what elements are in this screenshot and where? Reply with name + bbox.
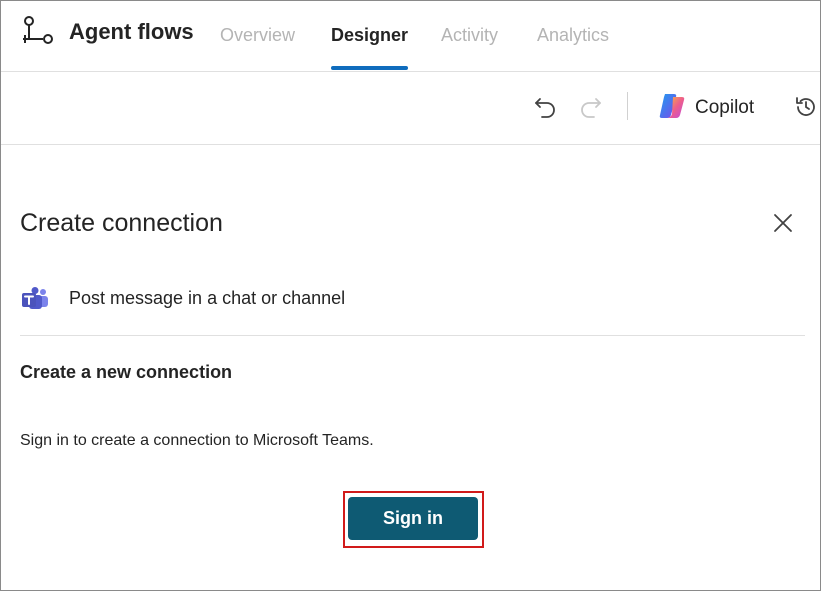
active-tab-indicator — [331, 66, 408, 70]
copilot-label: Copilot — [695, 97, 755, 118]
close-icon[interactable] — [770, 210, 796, 236]
app-title: Agent flows — [69, 19, 194, 44]
action-name: Post message in a chat or channel — [69, 288, 346, 308]
undo-icon[interactable] — [533, 94, 559, 120]
top-header: Agent flows Overview Designer Activity A… — [1, 1, 820, 72]
designer-toolbar: Copilot — [1, 72, 820, 145]
copilot-icon — [659, 94, 685, 118]
sign-in-instruction: Sign in to create a connection to Micros… — [20, 432, 374, 449]
section-divider — [20, 335, 805, 336]
tab-designer[interactable]: Designer — [331, 25, 408, 46]
redo-icon[interactable] — [577, 94, 603, 120]
tab-analytics[interactable]: Analytics — [537, 25, 609, 46]
copilot-button[interactable]: Copilot — [657, 91, 767, 123]
section-title: Create a new connection — [20, 362, 233, 382]
toolbar-separator — [627, 92, 628, 120]
history-icon[interactable] — [793, 94, 819, 120]
panel-title: Create connection — [20, 209, 223, 237]
tab-overview[interactable]: Overview — [220, 25, 295, 46]
app-window: Agent flows Overview Designer Activity A… — [0, 0, 821, 591]
sign-in-button[interactable]: Sign in — [348, 497, 478, 540]
agent-flows-icon — [23, 16, 53, 44]
microsoft-teams-icon — [22, 287, 48, 309]
tab-activity[interactable]: Activity — [441, 25, 498, 46]
